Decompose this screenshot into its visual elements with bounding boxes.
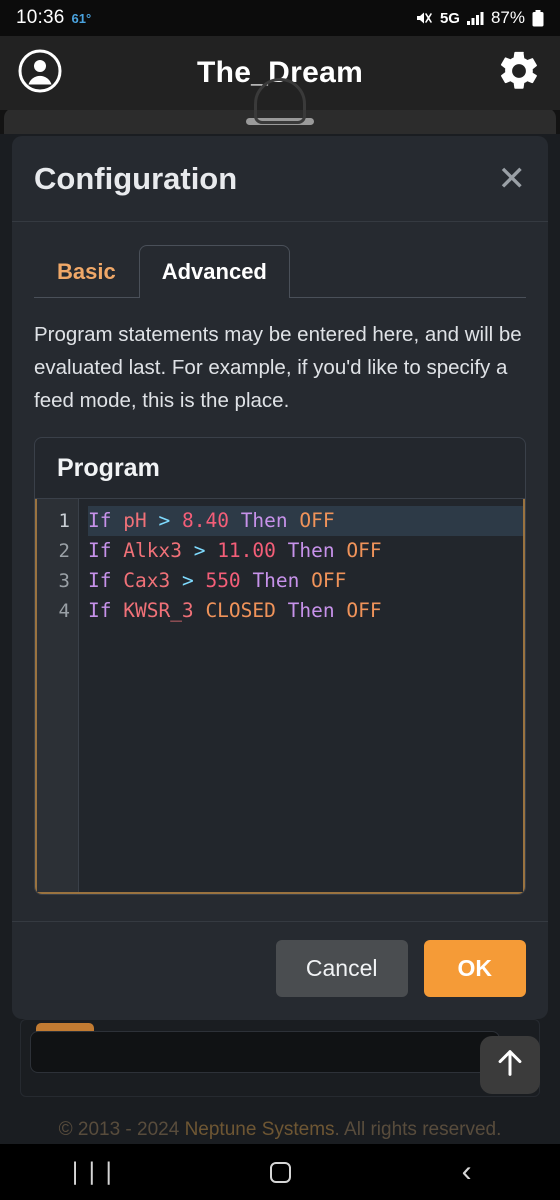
program-card-title: Program (35, 438, 525, 499)
code-token-sp (111, 509, 123, 532)
account-circle-icon[interactable] (18, 49, 62, 98)
phone-screen: 10:36 61° 5G 87% The_Dream © 2013 - 2024… (0, 0, 560, 1200)
tab-bar: Basic Advanced (34, 236, 526, 298)
status-bar-left: 10:36 61° (16, 7, 91, 29)
home-icon (269, 1161, 291, 1183)
android-nav-bar: ||| ‹ (0, 1144, 560, 1200)
footer-copyright-suffix: . All rights reserved. (334, 1119, 502, 1140)
code-token-val: OFF (346, 539, 382, 562)
code-token-sp (205, 539, 217, 562)
status-time: 10:36 (16, 7, 65, 28)
scroll-to-top-button[interactable] (480, 1036, 540, 1094)
background-input-field[interactable] (30, 1031, 500, 1073)
camera-cutout (254, 78, 306, 124)
status-bar: 10:36 61° 5G 87% (0, 0, 560, 36)
code-token-sp (276, 539, 288, 562)
code-line[interactable]: If Cax3 > 550 Then OFF (88, 566, 523, 596)
close-icon[interactable]: ✕ (498, 162, 527, 196)
cancel-button[interactable]: Cancel (275, 940, 408, 997)
code-token-kw: Then (252, 569, 300, 592)
signal-bars-icon (466, 11, 484, 25)
code-token-op: > (158, 509, 171, 532)
code-token-var: KWSR_3 (123, 599, 194, 622)
code-token-kw: Then (240, 509, 288, 532)
code-line[interactable]: If pH > 8.40 Then OFF (88, 506, 523, 536)
modal-title: Configuration (34, 160, 238, 196)
code-token-sp (288, 509, 300, 532)
editor-line-number-gutter: 1 2 3 4 (37, 499, 79, 892)
code-token-val: OFF (311, 569, 347, 592)
code-token-sp (229, 509, 241, 532)
nav-recents-button[interactable]: ||| (0, 1159, 187, 1185)
code-token-op: > (193, 539, 206, 562)
code-token-kw: If (88, 509, 112, 532)
code-line[interactable]: If Alkx3 > 11.00 Then OFF (88, 536, 523, 566)
code-token-sp (182, 539, 194, 562)
code-token-val: OFF (299, 509, 335, 532)
code-token-var: Cax3 (123, 569, 171, 592)
code-token-val: OFF (346, 599, 382, 622)
mute-icon (415, 10, 433, 26)
code-token-num: 8.40 (181, 509, 229, 532)
modal-footer: Cancel OK (12, 921, 548, 1019)
code-token-num: 550 (205, 569, 241, 592)
code-token-sp (147, 509, 159, 532)
footer-brand: Neptune Systems (184, 1119, 335, 1140)
code-token-var: pH (123, 509, 147, 532)
battery-percent-label: 87% (490, 8, 525, 27)
code-line[interactable]: If KWSR_3 CLOSED Then OFF (88, 596, 523, 626)
editor-line-number: 4 (58, 600, 70, 622)
code-token-sp (170, 569, 182, 592)
nav-home-button[interactable] (187, 1161, 374, 1183)
editor-line-number: 3 (58, 570, 70, 592)
code-token-sp (276, 599, 288, 622)
editor-line-number: 2 (58, 540, 70, 562)
arrow-up-icon (493, 1046, 527, 1085)
status-temperature: 61° (71, 11, 92, 26)
code-token-sp (335, 599, 347, 622)
editor-line-number: 1 (37, 506, 78, 536)
advanced-description: Program statements may be entered here, … (34, 323, 522, 412)
modal-body: Basic Advanced Program statements may be… (12, 222, 548, 921)
network-type-label: 5G (439, 9, 460, 27)
code-token-kw: Then (287, 599, 335, 622)
code-token-sp (299, 569, 311, 592)
code-token-sp (111, 569, 123, 592)
editor-code-area[interactable]: If pH > 8.40 Then OFF If Alkx3 > 11.00 Th… (79, 499, 523, 892)
ok-button[interactable]: OK (423, 940, 526, 997)
footer-copyright: © 2013 - 2024 Neptune Systems. All right… (0, 1119, 560, 1141)
code-token-sp (111, 599, 123, 622)
code-token-sp (194, 599, 206, 622)
recents-icon: ||| (68, 1159, 119, 1185)
code-token-op: > (181, 569, 194, 592)
footer-copyright-prefix: © 2013 - 2024 (58, 1119, 185, 1140)
program-code-editor[interactable]: 1234 If pH > 8.40 Then OFF If Alkx3 > 11.… (35, 499, 525, 894)
code-token-kw: If (88, 539, 112, 562)
status-bar-right: 5G 87% (415, 8, 544, 28)
code-token-sp (241, 569, 253, 592)
code-token-kw: If (88, 569, 112, 592)
code-token-num: 11.00 (217, 539, 276, 562)
battery-icon (532, 9, 544, 27)
tab-advanced[interactable]: Advanced (138, 245, 290, 298)
back-icon: ‹ (461, 1155, 472, 1188)
code-token-sp (335, 539, 347, 562)
program-card: Program 1234 If pH > 8.40 Then OFF If Alk… (34, 437, 526, 895)
tab-basic[interactable]: Basic (34, 245, 139, 297)
code-token-var: Alkx3 (123, 539, 182, 562)
modal-header: Configuration ✕ (12, 136, 548, 222)
nav-back-button[interactable]: ‹ (373, 1157, 560, 1187)
code-token-kw: Then (287, 539, 335, 562)
code-token-sp (170, 509, 182, 532)
configuration-modal: Configuration ✕ Basic Advanced Program s… (12, 136, 548, 1019)
gear-icon[interactable] (496, 48, 542, 99)
code-token-sp (111, 539, 123, 562)
code-token-sp (194, 569, 206, 592)
code-token-kw: If (88, 599, 112, 622)
code-token-val: CLOSED (205, 599, 276, 622)
